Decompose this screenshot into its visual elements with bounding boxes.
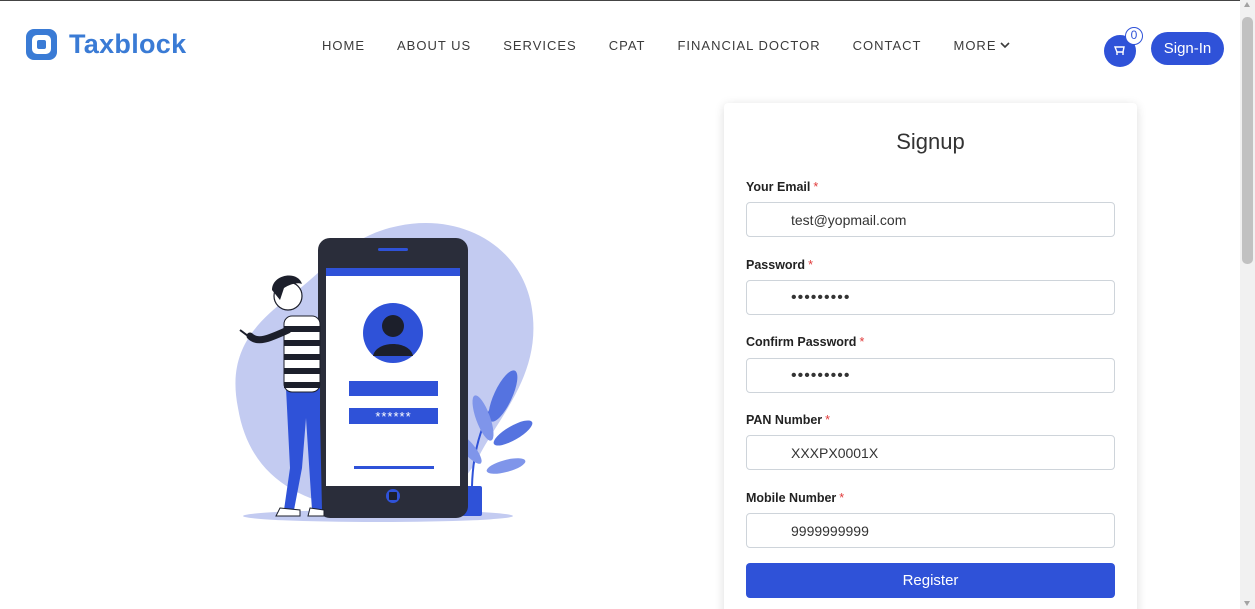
confirm-password-label: Confirm Password * bbox=[746, 335, 864, 349]
mobile-number-label: Mobile Number * bbox=[746, 491, 844, 505]
sign-in-button[interactable]: Sign-In bbox=[1151, 32, 1224, 65]
password-label: Password * bbox=[746, 258, 813, 272]
signup-title: Signup bbox=[896, 129, 965, 154]
nav-financial-doctor[interactable]: FINANCIAL DOCTOR bbox=[677, 38, 820, 53]
cart-icon bbox=[1113, 46, 1125, 55]
nav-cpat[interactable]: CPAT bbox=[609, 38, 646, 53]
password-field[interactable] bbox=[746, 280, 1115, 315]
email-field[interactable] bbox=[746, 202, 1115, 237]
main-nav: HOME ABOUT US SERVICES CPAT FINANCIAL DO… bbox=[322, 38, 1011, 53]
chevron-down-icon bbox=[1000, 42, 1011, 49]
mobile-number-field[interactable] bbox=[746, 513, 1115, 548]
logo-icon bbox=[26, 29, 57, 60]
pan-number-label: PAN Number * bbox=[746, 413, 830, 427]
email-label: Your Email * bbox=[746, 180, 818, 194]
page-scrollbar[interactable] bbox=[1240, 0, 1255, 609]
signup-card: Signup Your Email* Password* Confirm Pas… bbox=[724, 103, 1137, 609]
phone: ****** bbox=[318, 238, 468, 518]
scroll-down-arrow-icon[interactable] bbox=[1244, 601, 1250, 606]
confirm-password-label-text: Confirm Password bbox=[746, 335, 857, 349]
nav-contact[interactable]: CONTACT bbox=[853, 38, 922, 53]
nav-more-dropdown[interactable]: MORE bbox=[953, 38, 1011, 53]
brand-name: Taxblock bbox=[69, 29, 187, 59]
password-mask-text: ****** bbox=[375, 409, 411, 424]
pan-number-label-text: PAN Number bbox=[746, 413, 823, 427]
required-mark: * bbox=[808, 258, 813, 272]
brand-logo[interactable]: Taxblock bbox=[26, 29, 186, 60]
register-button[interactable]: Register bbox=[746, 563, 1115, 598]
cart-count-badge: 0 bbox=[1125, 27, 1143, 45]
nav-services[interactable]: SERVICES bbox=[503, 38, 577, 53]
nav-about-us[interactable]: ABOUT US bbox=[397, 38, 471, 53]
confirm-password-field[interactable] bbox=[746, 358, 1115, 393]
nav-more-label: MORE bbox=[953, 38, 997, 53]
mobile-number-label-text: Mobile Number bbox=[746, 491, 837, 505]
scroll-thumb[interactable] bbox=[1242, 17, 1253, 264]
scroll-up-arrow-icon[interactable] bbox=[1244, 2, 1250, 7]
required-mark: * bbox=[813, 180, 819, 194]
password-label-text: Password bbox=[746, 258, 806, 272]
required-mark: * bbox=[825, 413, 831, 427]
required-mark: * bbox=[859, 335, 865, 349]
site-header: Taxblock HOME ABOUT US SERVICES CPAT FIN… bbox=[0, 1, 1240, 77]
required-mark: * bbox=[839, 491, 845, 505]
signup-illustration: ****** bbox=[235, 223, 534, 522]
nav-home[interactable]: HOME bbox=[322, 38, 365, 53]
pan-number-field[interactable] bbox=[746, 435, 1115, 470]
email-label-text: Your Email bbox=[746, 180, 811, 194]
